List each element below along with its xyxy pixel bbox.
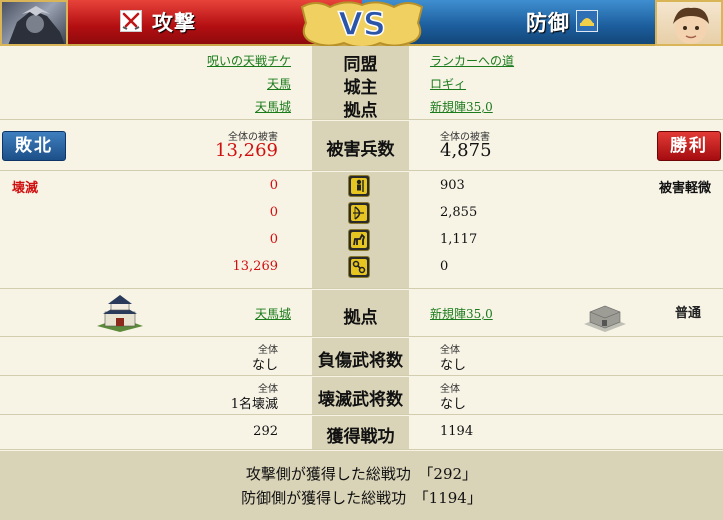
injured-generals-row: 負傷武将数 全体 なし 全体 なし [0, 338, 723, 376]
cavalry-icon [348, 229, 370, 251]
defender-base-link[interactable]: 新規陣35,0 [430, 98, 493, 115]
attacker-status: 壊滅 [12, 181, 39, 196]
destroyed-generals-label: 壊滅武将数 [318, 390, 403, 410]
castle-owner-label: 城主 [343, 78, 378, 98]
defender-owner-link[interactable]: ロギィ [430, 75, 466, 92]
alliance-label: 同盟 [343, 55, 378, 75]
defeat-badge: 敗北 [2, 131, 66, 161]
defender-merit-summary: 防御側が獲得した総戦功 「1194」 [241, 489, 482, 507]
casualties-label: 被害兵数 [326, 140, 395, 160]
attacker-base-row-link[interactable]: 天馬城 [255, 305, 291, 322]
attack-title: 攻撃 [152, 10, 196, 35]
attacker-total-casualties: 13,269 [215, 140, 278, 161]
defender-archer-loss: 2,855 [440, 205, 478, 220]
defender-base-row-link[interactable]: 新規陣35,0 [430, 305, 493, 322]
injured-generals-label: 負傷武将数 [318, 351, 403, 371]
attacker-avatar[interactable] [0, 0, 68, 46]
attacker-alliance-link[interactable]: 呪いの天戦チケ [207, 52, 291, 69]
defender-total-casualties: 4,875 [440, 140, 492, 161]
defender-destroyed-value: なし [440, 397, 467, 412]
attacker-merit-summary: 攻撃側が獲得した総戦功 「292」 [245, 465, 478, 483]
crossed-swords-icon [120, 10, 142, 32]
defense-title: 防御 [526, 10, 570, 35]
victory-badge: 勝利 [657, 131, 721, 161]
attacker-siege-loss: 13,269 [232, 259, 279, 274]
merit-row: 獲得戦功 292 1194 [0, 416, 723, 450]
camp-icon [582, 302, 628, 332]
attacker-owner-link[interactable]: 天馬 [267, 75, 291, 92]
archer-icon [348, 202, 370, 224]
casualties-row: 被害兵数 全体の被害 13,269 全体の被害 4,875 [0, 121, 723, 171]
attacker-cavalry-loss: 0 [269, 232, 278, 247]
defender-status: 被害軽微 [658, 181, 711, 196]
info-section: 同盟 城主 拠点 呪いの天戦チケ 天馬 天馬城 ランカーへの道 ロギィ 新規陣3… [0, 46, 723, 121]
battle-header: 攻撃 VS 防御 [0, 0, 723, 49]
base-row: 拠点 天馬城 新規陣35,0 普通 [0, 290, 723, 337]
base-row-label: 拠点 [343, 308, 378, 328]
attacker-archer-loss: 0 [269, 205, 278, 220]
base-label: 拠点 [343, 101, 378, 121]
defender-merit-value: 1194 [440, 424, 474, 439]
defender-cavalry-loss: 1,117 [440, 232, 478, 247]
shield-helmet-icon [576, 10, 598, 32]
destroyed-generals-row: 壊滅武将数 全体 1名壊滅 全体 なし [0, 377, 723, 415]
svg-text:VS: VS [338, 5, 386, 43]
attacker-injured-value: なし [251, 358, 278, 373]
unit-breakdown: 壊滅 被害軽微 0 903 0 2,855 0 1,117 13,269 0 [0, 172, 723, 289]
defender-siege-loss: 0 [440, 259, 449, 274]
castle-icon [95, 292, 145, 332]
attacker-destroyed-value: 1名壊滅 [230, 397, 278, 412]
attacker-infantry-loss: 0 [269, 178, 278, 193]
merit-label: 獲得戦功 [326, 427, 395, 447]
merit-summary: 攻撃側が獲得した総戦功 「292」 防御側が獲得した総戦功 「1194」 [0, 451, 723, 520]
defender-base-status: 普通 [674, 306, 701, 321]
infantry-icon [348, 175, 370, 197]
attacker-base-link[interactable]: 天馬城 [255, 98, 291, 115]
attacker-merit-value: 292 [253, 424, 278, 439]
defender-infantry-loss: 903 [440, 178, 465, 193]
vs-emblem: VS [296, 0, 428, 49]
defender-alliance-link[interactable]: ランカーへの道 [430, 52, 514, 69]
siege-icon [348, 256, 370, 278]
defender-injured-value: なし [440, 358, 467, 373]
defender-avatar[interactable] [655, 0, 723, 46]
